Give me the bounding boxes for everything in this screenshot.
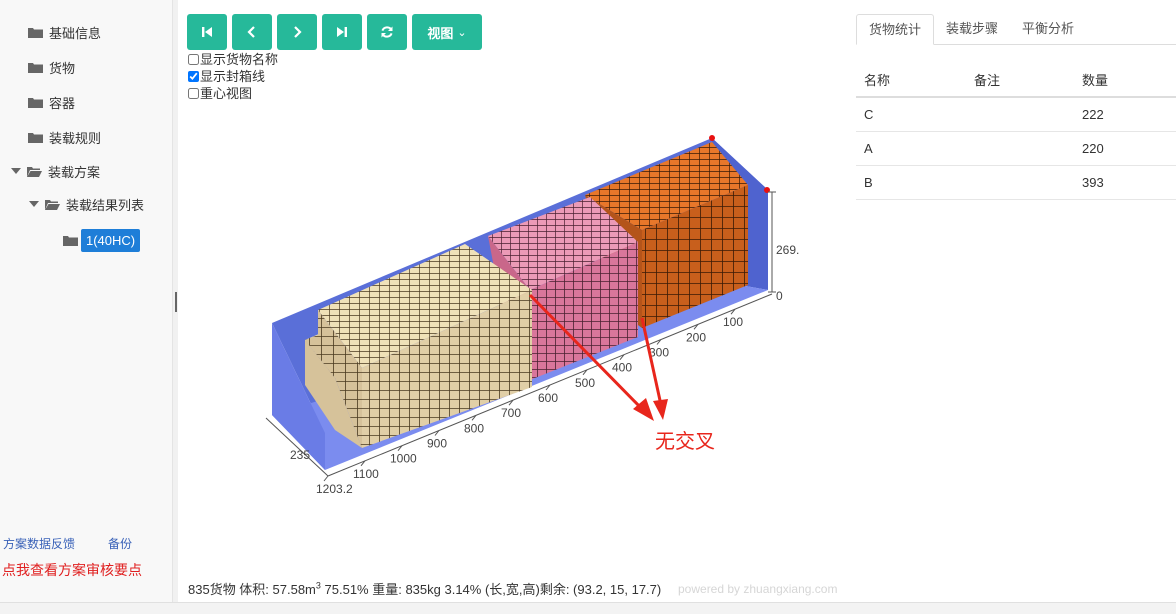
- folder-open-icon: [27, 166, 42, 177]
- summary-volume: 835货物 体积: 57.58m: [188, 582, 316, 597]
- show-seal-checkbox[interactable]: [188, 71, 199, 82]
- sidebar-item-label: 装载规则: [49, 130, 102, 146]
- annotation-label: 无交叉: [655, 429, 715, 453]
- height-axis-zero: 0: [776, 289, 783, 303]
- loading-summary: 835货物 体积: 57.58m3 75.51% 重量: 835kg 3.14%…: [188, 579, 661, 598]
- length-axis-tick-label: 1203.2: [316, 482, 353, 496]
- display-options: 显示货物名称 显示封箱线 重心视图: [188, 51, 278, 102]
- sidebar-item-basic-info[interactable]: 基础信息: [28, 21, 101, 43]
- length-axis-tick-label: 1100: [353, 467, 379, 481]
- table-row[interactable]: C 222: [856, 97, 1176, 132]
- length-axis-tick-label: 200: [686, 330, 706, 344]
- first-step-button[interactable]: [187, 14, 227, 50]
- length-axis-tick: [323, 475, 329, 482]
- next-step-button[interactable]: [277, 14, 317, 50]
- cell-note: [966, 131, 1074, 166]
- sidebar-item-container[interactable]: 容器: [28, 91, 75, 113]
- folder-open-icon: [45, 199, 60, 210]
- refresh-button[interactable]: [367, 14, 407, 50]
- selected-result-label[interactable]: 1(40HC): [81, 228, 141, 252]
- column-name: 名称: [856, 62, 966, 98]
- caret-down-icon[interactable]: [11, 166, 21, 176]
- cargo-stats-table: 名称 备注 数量 C 222 A 220 B 393: [856, 62, 1176, 200]
- corner-marker: [709, 135, 715, 141]
- column-quantity: 数量: [1074, 62, 1176, 98]
- show-names-label: 显示货物名称: [200, 52, 279, 67]
- sidebar-item-cargo[interactable]: 货物: [28, 56, 75, 78]
- sidebar-item-loading-rules[interactable]: 装载规则: [28, 126, 101, 148]
- center-view-label: 重心视图: [200, 86, 253, 101]
- height-axis-max: 269.7: [776, 243, 800, 257]
- feedback-link[interactable]: 方案数据反馈: [3, 535, 75, 552]
- center-view-option[interactable]: 重心视图: [188, 85, 278, 102]
- column-note: 备注: [966, 62, 1074, 98]
- summary-details: 75.51% 重量: 835kg 3.14% (长,宽,高)剩余: (93.2,…: [320, 582, 662, 597]
- sidebar-item-label: 装载方案: [48, 164, 101, 180]
- cell-name: B: [856, 165, 966, 200]
- folder-icon: [63, 235, 78, 246]
- folder-icon: [28, 62, 43, 73]
- sidebar-item-label: 装载结果列表: [66, 197, 145, 213]
- tab-balance-analysis[interactable]: 平衡分析: [1010, 14, 1086, 45]
- length-axis-tick-label: 800: [464, 421, 484, 435]
- folder-icon: [28, 97, 43, 108]
- sidebar-item-label: 容器: [49, 95, 76, 111]
- show-names-option[interactable]: 显示货物名称: [188, 51, 278, 68]
- right-panel-tabs: 货物统计 装载步骤 平衡分析: [856, 14, 1176, 45]
- panel-splitter[interactable]: [172, 0, 178, 602]
- chevron-right-icon: [294, 26, 302, 38]
- review-points-link[interactable]: 点我查看方案审核要点: [2, 560, 142, 580]
- last-step-button[interactable]: [322, 14, 362, 50]
- sidebar-item-loading-plan[interactable]: 装载方案: [11, 160, 100, 182]
- length-axis-tick-label: 500: [575, 376, 595, 390]
- show-seal-label: 显示封箱线: [200, 69, 266, 84]
- cell-note: [966, 165, 1074, 200]
- cell-note: [966, 97, 1074, 132]
- tab-loading-steps[interactable]: 装载步骤: [934, 14, 1010, 45]
- sidebar-item-label: 基础信息: [49, 25, 102, 41]
- table-header-row: 名称 备注 数量: [856, 62, 1176, 98]
- show-names-checkbox[interactable]: [188, 54, 199, 65]
- length-axis-tick-label: 700: [501, 406, 521, 420]
- caret-down-icon[interactable]: [29, 199, 39, 209]
- table-row[interactable]: B 393: [856, 165, 1176, 200]
- annotation-arrowhead: [653, 399, 668, 420]
- length-axis-tick-label: 600: [538, 391, 558, 405]
- length-axis-tick-label: 900: [427, 437, 447, 451]
- chevron-down-icon: ⌄: [457, 26, 467, 39]
- refresh-icon: [381, 26, 393, 38]
- center-view-checkbox[interactable]: [188, 88, 199, 99]
- backup-link[interactable]: 备份: [108, 535, 132, 552]
- show-seal-option[interactable]: 显示封箱线: [188, 68, 278, 85]
- powered-by-text: powered by zhuangxiang.com: [678, 582, 838, 596]
- sidebar-item-result-1[interactable]: 1(40HC): [63, 227, 141, 253]
- chevron-left-icon: [247, 26, 255, 38]
- prev-step-button[interactable]: [232, 14, 272, 50]
- table-row[interactable]: A 220: [856, 131, 1176, 166]
- width-axis-label: 235: [290, 448, 310, 462]
- bottom-scrollbar[interactable]: [0, 602, 1176, 614]
- length-axis-tick-label: 400: [612, 361, 632, 375]
- cell-quantity: 222: [1074, 97, 1176, 132]
- view-label: 视图: [427, 25, 454, 41]
- sidebar-item-result-list[interactable]: 装载结果列表: [29, 193, 144, 215]
- skip-first-icon: [202, 27, 212, 37]
- cell-name: A: [856, 131, 966, 166]
- length-axis-tick-label: 100: [723, 315, 743, 329]
- tab-cargo-stats[interactable]: 货物统计: [856, 14, 935, 45]
- cell-quantity: 393: [1074, 165, 1176, 200]
- sidebar-item-label: 货物: [49, 60, 76, 76]
- skip-last-icon: [337, 27, 347, 37]
- view-dropdown-button[interactable]: 视图 ⌄: [412, 14, 482, 50]
- splitter-handle[interactable]: [175, 292, 177, 312]
- folder-icon: [28, 27, 43, 38]
- container-3d-view[interactable]: 269.7 0 10020030040050060070080090010001…: [250, 130, 800, 500]
- toolbar: 视图 ⌄: [187, 14, 482, 50]
- cell-name: C: [856, 97, 966, 132]
- length-axis-tick-label: 1000: [390, 452, 417, 466]
- cell-quantity: 220: [1074, 131, 1176, 166]
- sidebar: 基础信息 货物 容器 装载规则 装载方案 装载结果列表 1(40HC) 方案数据…: [0, 0, 172, 602]
- folder-icon: [28, 132, 43, 143]
